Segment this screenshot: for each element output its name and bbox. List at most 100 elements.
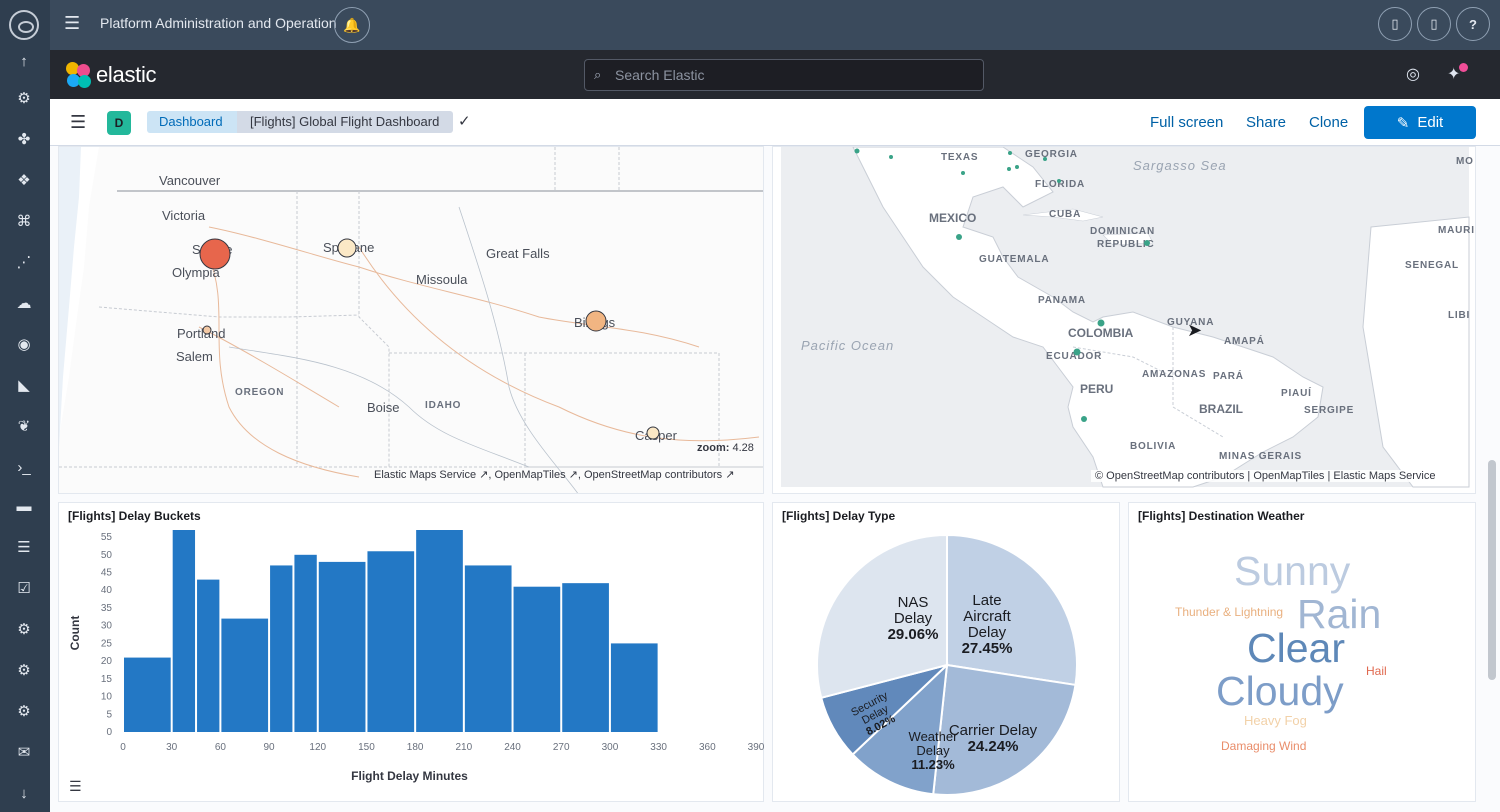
y-tick-label: 55 <box>101 532 113 543</box>
bubble-portland[interactable] <box>202 325 212 335</box>
document-icon[interactable]: ▯ <box>1378 7 1412 41</box>
bar[interactable] <box>464 565 512 732</box>
terminal-icon[interactable]: ›_ <box>13 456 35 478</box>
bar[interactable] <box>513 586 561 732</box>
delay-buckets-panel[interactable]: [Flights] Delay Buckets 0 5 10 15 20 25 30 35 40… <box>58 502 765 803</box>
cloud-icon[interactable]: ☁ <box>13 292 35 314</box>
destination-weather-panel[interactable]: [Flights] Destination Weather Sunny Rain… <box>1128 502 1476 802</box>
x-tick-label: 270 <box>553 742 570 753</box>
bar[interactable] <box>294 554 317 732</box>
bar[interactable] <box>562 583 609 732</box>
destination-points <box>854 148 1150 422</box>
app-logo-icon[interactable] <box>9 10 39 40</box>
settings-icon[interactable]: ⚙ <box>13 618 35 640</box>
elastic-logo-icon[interactable] <box>66 62 92 88</box>
share-link[interactable]: Share <box>1246 114 1286 131</box>
share-icon[interactable]: ⋰ <box>13 251 35 273</box>
slice-percent: 24.24% <box>968 738 1019 755</box>
breadcrumb-dashboard[interactable]: Dashboard <box>147 111 237 133</box>
notification-bell-icon[interactable]: 🔔 <box>334 7 370 43</box>
word-heavy-fog[interactable]: Heavy Fog <box>1244 714 1307 727</box>
arrow-up-icon[interactable]: ↑ <box>13 50 35 72</box>
bubble-casper[interactable] <box>646 426 660 440</box>
search-input[interactable]: ⌕ Search Elastic <box>584 59 984 91</box>
word-cloudy[interactable]: Cloudy <box>1216 671 1344 712</box>
clone-link[interactable]: Clone <box>1309 114 1348 131</box>
settings-icon[interactable]: ⚙ <box>13 659 35 681</box>
word-sunny[interactable]: Sunny <box>1234 551 1350 592</box>
storage-icon[interactable]: ☰ <box>13 536 35 558</box>
y-tick-label: 5 <box>106 709 112 720</box>
delay-buckets-chart[interactable]: 0 5 10 15 20 25 30 35 40 45 50 55 0 30 60 90 120 150 180 21… <box>59 503 765 803</box>
elastic-brand[interactable]: elastic <box>96 62 157 88</box>
y-tick-label: 50 <box>101 550 113 561</box>
bar[interactable] <box>197 579 220 732</box>
delay-type-chart[interactable]: LateAircraftDelay27.45%Carrier Delay24.2… <box>773 503 1121 803</box>
target-icon[interactable]: ◉ <box>13 333 35 355</box>
x-tick-label: 180 <box>407 742 424 753</box>
help-button[interactable]: ? <box>1456 7 1490 41</box>
bubble-billings[interactable] <box>585 310 607 332</box>
folder-icon[interactable]: ▬ <box>13 495 35 517</box>
x-axis-label: Flight Delay Minutes <box>351 769 468 783</box>
document-icon[interactable]: ▯ <box>1417 7 1451 41</box>
y-tick-label: 0 <box>106 727 112 738</box>
word-damaging-wind[interactable]: Damaging Wind <box>1221 740 1306 752</box>
slice-name: NAS <box>898 594 929 611</box>
flight-destination-map-panel[interactable]: TEXAS GEORGIA FLORIDA MEXICO CUBA DOMINI… <box>772 146 1476 494</box>
attribution-omt-link[interactable]: OpenMapTiles <box>494 469 565 481</box>
edit-button[interactable]: ✎ Edit <box>1364 106 1476 139</box>
mail-icon[interactable]: ✉ <box>13 741 35 763</box>
bar[interactable] <box>270 565 293 732</box>
y-tick-label: 10 <box>101 692 113 703</box>
flight-origin-map-panel[interactable]: Vancouver Victoria Seattle Olympia Spoka… <box>58 146 764 494</box>
x-tick-label: 30 <box>166 742 178 753</box>
outer-menu-icon[interactable]: ☰ <box>64 13 80 34</box>
x-tick-label: 120 <box>309 742 326 753</box>
attribution-ems-link[interactable]: Elastic Maps Service <box>374 469 476 481</box>
kibana-icon[interactable]: ◣ <box>13 374 35 396</box>
slice-percent: 27.45% <box>962 640 1013 657</box>
bar[interactable] <box>221 618 269 732</box>
settings-icon[interactable]: ⚙ <box>13 700 35 722</box>
search-placeholder: Search Elastic <box>615 67 705 83</box>
graph-icon[interactable]: ⌘ <box>13 210 35 232</box>
bar[interactable] <box>416 530 463 732</box>
bubble-spokane[interactable] <box>337 238 357 258</box>
bar[interactable] <box>124 657 171 732</box>
breadcrumb-bar: ☰ D Dashboard [Flights] Global Flight Da… <box>50 99 1500 146</box>
word-hail[interactable]: Hail <box>1366 665 1387 677</box>
delay-type-panel[interactable]: [Flights] Delay Type Late Aircraft Delay 27… <box>772 502 1120 802</box>
network-icon[interactable]: ❖ <box>13 169 35 191</box>
attribution-osm-link[interactable]: OpenStreetMap contributors <box>584 469 722 481</box>
legend-toggle-icon[interactable]: ☰ <box>69 778 82 795</box>
arrow-down-icon[interactable]: ↓ <box>13 782 35 804</box>
map-attribution: © OpenStreetMap contributors | OpenMapTi… <box>1091 470 1440 482</box>
y-tick-label: 35 <box>101 603 113 614</box>
y-tick-label: 25 <box>101 638 113 649</box>
bar[interactable] <box>172 530 196 732</box>
bar[interactable] <box>610 643 658 732</box>
word-clear[interactable]: Clear <box>1247 628 1345 669</box>
full-screen-link[interactable]: Full screen <box>1150 114 1223 131</box>
word-thunder-lightning[interactable]: Thunder & Lightning <box>1175 606 1283 618</box>
slice-name: Weather <box>909 729 959 744</box>
slice-name: Carrier Delay <box>949 722 1038 739</box>
bar[interactable] <box>367 551 415 732</box>
help-lifebuoy-icon[interactable]: ◎ <box>1406 64 1420 84</box>
bubble-seattle[interactable] <box>199 238 231 270</box>
x-tick-label: 90 <box>264 742 276 753</box>
check-icon[interactable]: ☑ <box>13 577 35 599</box>
puzzle-icon[interactable]: ✤ <box>13 128 35 150</box>
y-tick-label: 20 <box>101 656 113 667</box>
page-scrollbar[interactable] <box>1488 460 1496 680</box>
y-tick-label: 30 <box>101 621 113 632</box>
gear-icon[interactable]: ⚙ <box>13 87 35 109</box>
check-icon[interactable]: ✓ <box>458 112 471 130</box>
outer-topbar: ☰ Platform Administration and Operation … <box>50 0 1500 50</box>
leaf-icon[interactable]: ❦ <box>13 415 35 437</box>
bar[interactable] <box>318 561 366 732</box>
nav-menu-icon[interactable]: ☰ <box>70 112 86 133</box>
space-avatar[interactable]: D <box>107 111 131 135</box>
origin-bubbles <box>199 238 660 440</box>
